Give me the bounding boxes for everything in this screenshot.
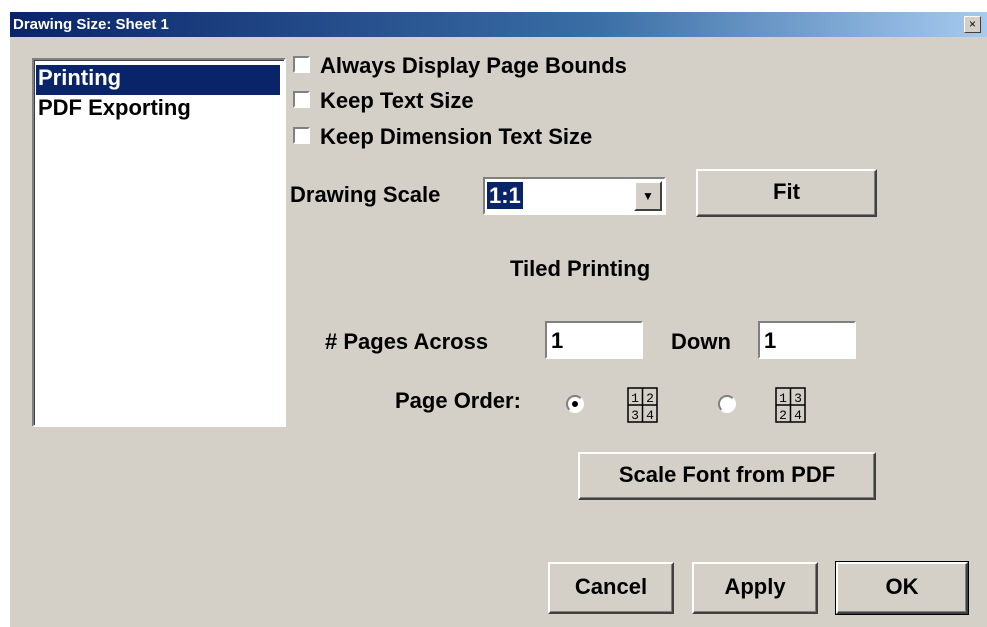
cancel-button[interactable]: Cancel bbox=[548, 562, 674, 614]
apply-button[interactable]: Apply bbox=[692, 562, 818, 614]
checkbox-box[interactable] bbox=[293, 127, 310, 144]
order-cell: 2 bbox=[646, 391, 654, 406]
checkbox-box[interactable] bbox=[293, 91, 310, 108]
list-item-printing[interactable]: Printing bbox=[36, 65, 280, 95]
page-order-row-major-icon[interactable]: 1 2 3 4 bbox=[627, 387, 658, 423]
chevron-down-icon[interactable]: ▼ bbox=[634, 181, 662, 211]
drawing-scale-label: Drawing Scale bbox=[290, 182, 441, 207]
checkbox-label: Keep Text Size bbox=[320, 88, 474, 113]
drawing-scale-select[interactable]: 1:1 ▼ bbox=[483, 177, 666, 215]
page-order-row-major-radio[interactable] bbox=[566, 395, 584, 413]
checkbox-label: Keep Dimension Text Size bbox=[320, 124, 593, 149]
category-list[interactable]: Printing PDF Exporting bbox=[32, 58, 286, 427]
radio-selected-dot bbox=[572, 401, 578, 407]
page-order-column-major-radio[interactable] bbox=[718, 395, 736, 413]
drawing-scale-value: 1:1 bbox=[487, 182, 523, 209]
page-order-column-major-icon[interactable]: 1 3 2 4 bbox=[775, 387, 806, 423]
list-item-pdf-exporting[interactable]: PDF Exporting bbox=[36, 95, 280, 125]
drawing-size-dialog: Drawing Size: Sheet 1 × Printing PDF Exp… bbox=[10, 12, 987, 627]
order-cell: 1 bbox=[631, 391, 639, 406]
window-title: Drawing Size: Sheet 1 bbox=[13, 16, 169, 33]
ok-button[interactable]: OK bbox=[835, 561, 969, 615]
order-cell: 1 bbox=[779, 391, 787, 406]
fit-button[interactable]: Fit bbox=[696, 169, 877, 217]
order-cell: 4 bbox=[646, 408, 654, 423]
order-cell: 2 bbox=[779, 408, 787, 423]
order-cell: 4 bbox=[794, 408, 802, 423]
close-button[interactable]: × bbox=[964, 16, 981, 33]
checkbox-box[interactable] bbox=[293, 56, 310, 73]
order-cell: 3 bbox=[631, 408, 639, 423]
page-order-label: Page Order: bbox=[395, 388, 521, 413]
tiled-printing-heading: Tiled Printing bbox=[510, 256, 651, 281]
order-cell: 3 bbox=[794, 391, 802, 406]
pages-across-input[interactable]: 1 bbox=[545, 321, 643, 359]
scale-font-from-pdf-button[interactable]: Scale Font from PDF bbox=[578, 452, 876, 500]
checkbox-label: Always Display Page Bounds bbox=[320, 53, 627, 78]
down-label: Down bbox=[671, 329, 731, 354]
pages-down-input[interactable]: 1 bbox=[758, 321, 856, 359]
pages-across-label: # Pages Across bbox=[325, 329, 489, 354]
title-bar[interactable]: Drawing Size: Sheet 1 × bbox=[10, 12, 987, 37]
